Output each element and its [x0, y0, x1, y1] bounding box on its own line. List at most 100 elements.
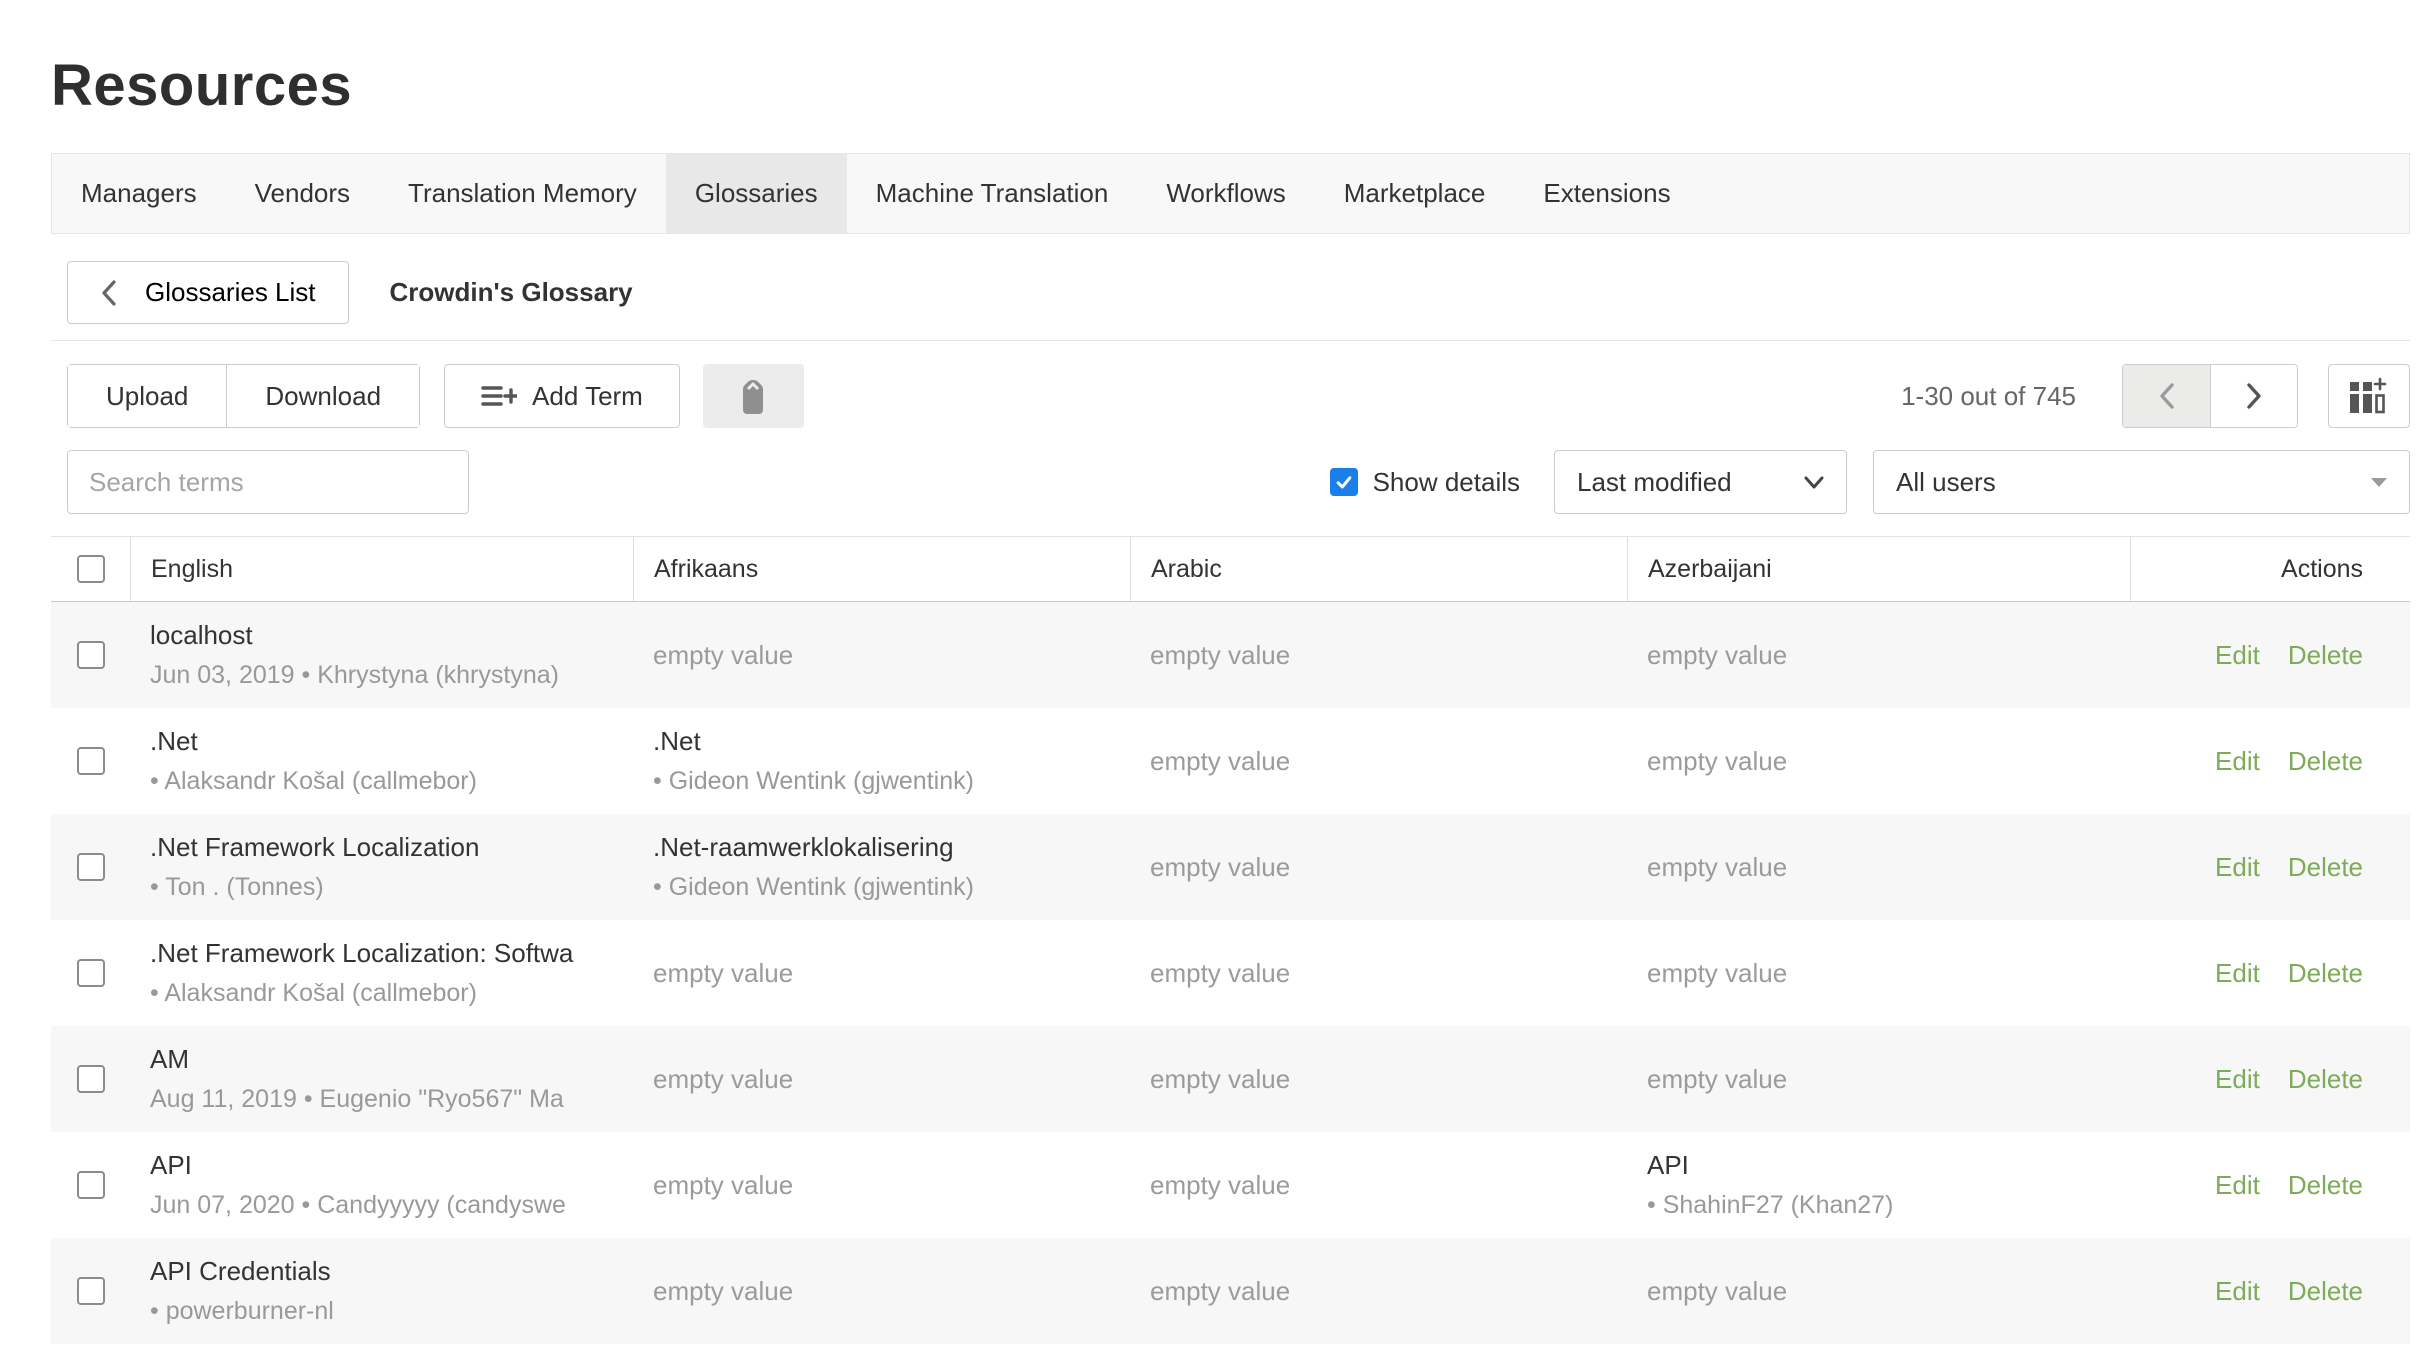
tab-glossaries[interactable]: Glossaries — [666, 154, 847, 233]
term-detail: • Alaksandr Košal (callmebor) — [150, 979, 633, 1008]
delete-link[interactable]: Delete — [2288, 1064, 2363, 1095]
tab-extensions[interactable]: Extensions — [1514, 154, 1699, 233]
resources-page: Resources Managers Vendors Translation M… — [0, 0, 2435, 1344]
users-select[interactable]: All users — [1873, 450, 2410, 514]
row-checkbox-cell — [51, 1238, 130, 1344]
term-text: .Net Framework Localization — [150, 832, 633, 863]
back-button-label: Glossaries List — [145, 277, 316, 308]
row-checkbox[interactable] — [77, 853, 105, 881]
tab-translation-memory[interactable]: Translation Memory — [379, 154, 666, 233]
empty-value: empty value — [1150, 1064, 1627, 1095]
term-cell-af: empty value — [633, 920, 1130, 1026]
empty-value: empty value — [653, 1064, 1130, 1095]
term-text: .Net Framework Localization: Softwa — [150, 938, 633, 969]
term-cell-en: localhostJun 03, 2019 • Khrystyna (khrys… — [130, 602, 633, 708]
term-cell-az: empty value — [1627, 708, 2130, 814]
tab-machine-translation[interactable]: Machine Translation — [847, 154, 1138, 233]
pager — [2122, 364, 2298, 428]
edit-link[interactable]: Edit — [2215, 1064, 2260, 1095]
term-cell-az: empty value — [1627, 814, 2130, 920]
row-checkbox[interactable] — [77, 1065, 105, 1093]
term-cell-af: empty value — [633, 1026, 1130, 1132]
next-page-button[interactable] — [2210, 365, 2297, 427]
empty-value: empty value — [1647, 1064, 2130, 1095]
delete-link[interactable]: Delete — [2288, 958, 2363, 989]
term-cell-ar: empty value — [1130, 814, 1627, 920]
users-selected-value: All users — [1896, 467, 1996, 498]
row-checkbox-cell — [51, 920, 130, 1026]
term-cell-en: AMAug 11, 2019 • Eugenio "Ryo567" Ma — [130, 1026, 633, 1132]
chevron-left-icon — [2156, 380, 2178, 412]
term-cell-az: empty value — [1627, 602, 2130, 708]
table-row: APIJun 07, 2020 • Candyyyyy (candysweemp… — [51, 1132, 2410, 1238]
delete-link[interactable]: Delete — [2288, 640, 2363, 671]
delete-link[interactable]: Delete — [2288, 746, 2363, 777]
add-term-label: Add Term — [532, 381, 643, 412]
table-row: .Net• Alaksandr Košal (callmebor).Net• G… — [51, 708, 2410, 814]
actions-cell: Edit Delete — [2130, 814, 2410, 920]
term-text: API — [150, 1150, 633, 1181]
term-cell-af: empty value — [633, 602, 1130, 708]
term-cell-af: empty value — [633, 1132, 1130, 1238]
term-cell-az: empty value — [1627, 1238, 2130, 1344]
empty-value: empty value — [653, 1170, 1130, 1201]
edit-link[interactable]: Edit — [2215, 852, 2260, 883]
term-cell-af: empty value — [633, 1238, 1130, 1344]
term-cell-ar: empty value — [1130, 1238, 1627, 1344]
term-cell-ar: empty value — [1130, 920, 1627, 1026]
tab-workflows[interactable]: Workflows — [1137, 154, 1314, 233]
empty-value: empty value — [653, 958, 1130, 989]
delete-selected-button[interactable] — [703, 364, 804, 428]
glossaries-list-back-button[interactable]: Glossaries List — [67, 261, 349, 324]
actions-cell: Edit Delete — [2130, 1132, 2410, 1238]
term-text: API Credentials — [150, 1256, 633, 1287]
term-cell-af: .Net-raamwerklokalisering• Gideon Wentin… — [633, 814, 1130, 920]
tab-vendors[interactable]: Vendors — [226, 154, 379, 233]
section-divider — [51, 340, 2410, 341]
tab-managers[interactable]: Managers — [52, 154, 226, 233]
glossary-name: Crowdin's Glossary — [390, 277, 633, 308]
table-row: .Net Framework Localization: Softwa • Ala… — [51, 920, 2410, 1026]
term-cell-az: empty value — [1627, 920, 2130, 1026]
download-button[interactable]: Download — [226, 365, 419, 427]
edit-link[interactable]: Edit — [2215, 640, 2260, 671]
term-text: AM — [150, 1044, 633, 1075]
columns-plus-icon — [2348, 377, 2390, 415]
row-checkbox-cell — [51, 1026, 130, 1132]
show-details-toggle: Show details — [1330, 467, 1520, 498]
prev-page-button[interactable] — [2123, 365, 2210, 427]
add-term-button[interactable]: Add Term — [444, 364, 680, 428]
term-cell-en: .Net Framework Localization: Softwa • Ala… — [130, 920, 633, 1026]
sort-select[interactable]: Last modified — [1554, 450, 1847, 514]
page-title: Resources — [51, 52, 2410, 119]
delete-link[interactable]: Delete — [2288, 1276, 2363, 1307]
show-details-checkbox[interactable] — [1330, 468, 1358, 496]
edit-link[interactable]: Edit — [2215, 746, 2260, 777]
search-input[interactable] — [67, 450, 469, 514]
term-cell-ar: empty value — [1130, 1132, 1627, 1238]
row-checkbox-cell — [51, 814, 130, 920]
manage-columns-button[interactable] — [2328, 364, 2410, 428]
edit-link[interactable]: Edit — [2215, 958, 2260, 989]
row-checkbox[interactable] — [77, 1171, 105, 1199]
row-checkbox[interactable] — [77, 747, 105, 775]
edit-link[interactable]: Edit — [2215, 1276, 2260, 1307]
row-checkbox-cell — [51, 602, 130, 708]
row-checkbox[interactable] — [77, 959, 105, 987]
edit-link[interactable]: Edit — [2215, 1170, 2260, 1201]
upload-button[interactable]: Upload — [68, 365, 226, 427]
actions-cell: Edit Delete — [2130, 1238, 2410, 1344]
column-header-actions: Actions — [2130, 537, 2410, 601]
row-checkbox-cell — [51, 1132, 130, 1238]
row-checkbox[interactable] — [77, 1277, 105, 1305]
term-cell-ar: empty value — [1130, 602, 1627, 708]
delete-link[interactable]: Delete — [2288, 1170, 2363, 1201]
tab-marketplace[interactable]: Marketplace — [1315, 154, 1515, 233]
select-all-checkbox[interactable] — [77, 555, 105, 583]
row-checkbox[interactable] — [77, 641, 105, 669]
sort-selected-value: Last modified — [1577, 467, 1732, 498]
delete-link[interactable]: Delete — [2288, 852, 2363, 883]
filters-row: Show details Last modified All users — [67, 450, 2410, 514]
column-header-azerbaijani: Azerbaijani — [1627, 537, 2130, 601]
table-row: AMAug 11, 2019 • Eugenio "Ryo567" Ma empt… — [51, 1026, 2410, 1132]
